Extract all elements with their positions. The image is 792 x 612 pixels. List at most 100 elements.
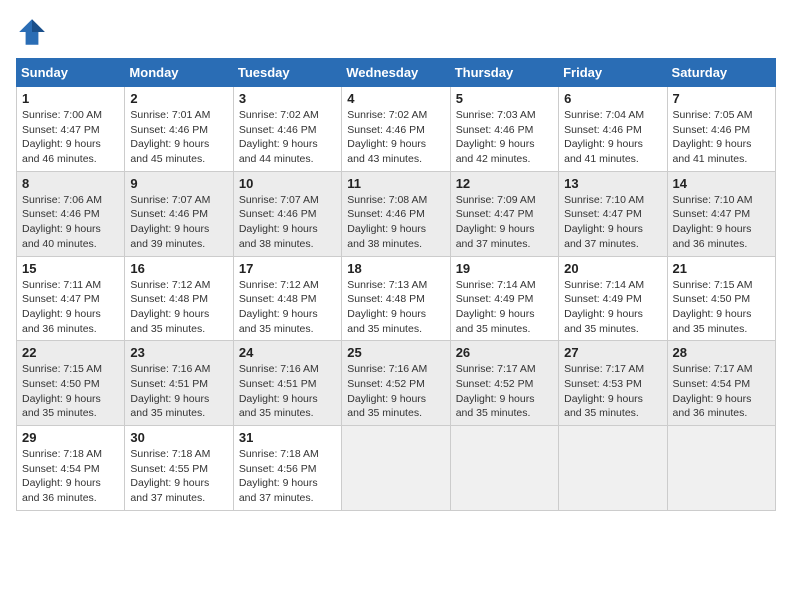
day-info: Sunrise: 7:04 AM Sunset: 4:46 PM Dayligh… <box>564 108 661 167</box>
day-info: Sunrise: 7:14 AM Sunset: 4:49 PM Dayligh… <box>564 278 661 337</box>
day-info: Sunrise: 7:02 AM Sunset: 4:46 PM Dayligh… <box>239 108 336 167</box>
day-number: 12 <box>456 176 553 191</box>
calendar-week-2: 8 Sunrise: 7:06 AM Sunset: 4:46 PM Dayli… <box>17 171 776 256</box>
day-number: 8 <box>22 176 119 191</box>
day-info: Sunrise: 7:10 AM Sunset: 4:47 PM Dayligh… <box>673 193 770 252</box>
calendar-cell: 16 Sunrise: 7:12 AM Sunset: 4:48 PM Dayl… <box>125 256 233 341</box>
calendar-week-1: 1 Sunrise: 7:00 AM Sunset: 4:47 PM Dayli… <box>17 87 776 172</box>
calendar-cell: 17 Sunrise: 7:12 AM Sunset: 4:48 PM Dayl… <box>233 256 341 341</box>
header-friday: Friday <box>559 59 667 87</box>
header-monday: Monday <box>125 59 233 87</box>
calendar-body: 1 Sunrise: 7:00 AM Sunset: 4:47 PM Dayli… <box>17 87 776 511</box>
calendar-cell: 11 Sunrise: 7:08 AM Sunset: 4:46 PM Dayl… <box>342 171 450 256</box>
day-info: Sunrise: 7:10 AM Sunset: 4:47 PM Dayligh… <box>564 193 661 252</box>
day-number: 27 <box>564 345 661 360</box>
day-info: Sunrise: 7:17 AM Sunset: 4:52 PM Dayligh… <box>456 362 553 421</box>
calendar-cell <box>559 426 667 511</box>
day-info: Sunrise: 7:18 AM Sunset: 4:55 PM Dayligh… <box>130 447 227 506</box>
day-info: Sunrise: 7:03 AM Sunset: 4:46 PM Dayligh… <box>456 108 553 167</box>
day-number: 21 <box>673 261 770 276</box>
day-info: Sunrise: 7:13 AM Sunset: 4:48 PM Dayligh… <box>347 278 444 337</box>
day-info: Sunrise: 7:18 AM Sunset: 4:56 PM Dayligh… <box>239 447 336 506</box>
calendar-cell: 10 Sunrise: 7:07 AM Sunset: 4:46 PM Dayl… <box>233 171 341 256</box>
logo-icon <box>16 16 48 48</box>
calendar-cell: 12 Sunrise: 7:09 AM Sunset: 4:47 PM Dayl… <box>450 171 558 256</box>
day-info: Sunrise: 7:15 AM Sunset: 4:50 PM Dayligh… <box>673 278 770 337</box>
day-number: 20 <box>564 261 661 276</box>
calendar-cell: 1 Sunrise: 7:00 AM Sunset: 4:47 PM Dayli… <box>17 87 125 172</box>
calendar-cell: 13 Sunrise: 7:10 AM Sunset: 4:47 PM Dayl… <box>559 171 667 256</box>
calendar-cell: 22 Sunrise: 7:15 AM Sunset: 4:50 PM Dayl… <box>17 341 125 426</box>
calendar-cell: 29 Sunrise: 7:18 AM Sunset: 4:54 PM Dayl… <box>17 426 125 511</box>
day-info: Sunrise: 7:11 AM Sunset: 4:47 PM Dayligh… <box>22 278 119 337</box>
day-info: Sunrise: 7:16 AM Sunset: 4:52 PM Dayligh… <box>347 362 444 421</box>
day-info: Sunrise: 7:05 AM Sunset: 4:46 PM Dayligh… <box>673 108 770 167</box>
day-number: 13 <box>564 176 661 191</box>
calendar-cell: 8 Sunrise: 7:06 AM Sunset: 4:46 PM Dayli… <box>17 171 125 256</box>
calendar-cell: 24 Sunrise: 7:16 AM Sunset: 4:51 PM Dayl… <box>233 341 341 426</box>
calendar-cell: 26 Sunrise: 7:17 AM Sunset: 4:52 PM Dayl… <box>450 341 558 426</box>
header-saturday: Saturday <box>667 59 775 87</box>
day-number: 6 <box>564 91 661 106</box>
day-info: Sunrise: 7:02 AM Sunset: 4:46 PM Dayligh… <box>347 108 444 167</box>
calendar-table: SundayMondayTuesdayWednesdayThursdayFrid… <box>16 58 776 511</box>
calendar-cell: 28 Sunrise: 7:17 AM Sunset: 4:54 PM Dayl… <box>667 341 775 426</box>
day-info: Sunrise: 7:01 AM Sunset: 4:46 PM Dayligh… <box>130 108 227 167</box>
day-info: Sunrise: 7:07 AM Sunset: 4:46 PM Dayligh… <box>130 193 227 252</box>
day-number: 24 <box>239 345 336 360</box>
day-info: Sunrise: 7:17 AM Sunset: 4:54 PM Dayligh… <box>673 362 770 421</box>
calendar-cell: 18 Sunrise: 7:13 AM Sunset: 4:48 PM Dayl… <box>342 256 450 341</box>
day-info: Sunrise: 7:17 AM Sunset: 4:53 PM Dayligh… <box>564 362 661 421</box>
day-number: 5 <box>456 91 553 106</box>
day-number: 10 <box>239 176 336 191</box>
day-number: 11 <box>347 176 444 191</box>
day-number: 30 <box>130 430 227 445</box>
calendar-cell: 14 Sunrise: 7:10 AM Sunset: 4:47 PM Dayl… <box>667 171 775 256</box>
calendar-cell <box>667 426 775 511</box>
day-number: 28 <box>673 345 770 360</box>
calendar-cell: 15 Sunrise: 7:11 AM Sunset: 4:47 PM Dayl… <box>17 256 125 341</box>
calendar-cell <box>450 426 558 511</box>
header-sunday: Sunday <box>17 59 125 87</box>
calendar-cell: 31 Sunrise: 7:18 AM Sunset: 4:56 PM Dayl… <box>233 426 341 511</box>
day-number: 1 <box>22 91 119 106</box>
day-info: Sunrise: 7:16 AM Sunset: 4:51 PM Dayligh… <box>130 362 227 421</box>
logo <box>16 16 52 48</box>
calendar-cell: 23 Sunrise: 7:16 AM Sunset: 4:51 PM Dayl… <box>125 341 233 426</box>
calendar-cell: 4 Sunrise: 7:02 AM Sunset: 4:46 PM Dayli… <box>342 87 450 172</box>
calendar-week-3: 15 Sunrise: 7:11 AM Sunset: 4:47 PM Dayl… <box>17 256 776 341</box>
day-number: 16 <box>130 261 227 276</box>
day-info: Sunrise: 7:00 AM Sunset: 4:47 PM Dayligh… <box>22 108 119 167</box>
day-info: Sunrise: 7:08 AM Sunset: 4:46 PM Dayligh… <box>347 193 444 252</box>
day-info: Sunrise: 7:14 AM Sunset: 4:49 PM Dayligh… <box>456 278 553 337</box>
header-wednesday: Wednesday <box>342 59 450 87</box>
page-header <box>16 16 776 48</box>
day-info: Sunrise: 7:15 AM Sunset: 4:50 PM Dayligh… <box>22 362 119 421</box>
calendar-cell: 7 Sunrise: 7:05 AM Sunset: 4:46 PM Dayli… <box>667 87 775 172</box>
day-number: 17 <box>239 261 336 276</box>
calendar-cell: 30 Sunrise: 7:18 AM Sunset: 4:55 PM Dayl… <box>125 426 233 511</box>
day-info: Sunrise: 7:07 AM Sunset: 4:46 PM Dayligh… <box>239 193 336 252</box>
header-row: SundayMondayTuesdayWednesdayThursdayFrid… <box>17 59 776 87</box>
header-thursday: Thursday <box>450 59 558 87</box>
day-number: 31 <box>239 430 336 445</box>
day-number: 3 <box>239 91 336 106</box>
calendar-cell: 25 Sunrise: 7:16 AM Sunset: 4:52 PM Dayl… <box>342 341 450 426</box>
header-tuesday: Tuesday <box>233 59 341 87</box>
day-info: Sunrise: 7:06 AM Sunset: 4:46 PM Dayligh… <box>22 193 119 252</box>
calendar-cell: 27 Sunrise: 7:17 AM Sunset: 4:53 PM Dayl… <box>559 341 667 426</box>
day-number: 15 <box>22 261 119 276</box>
day-number: 25 <box>347 345 444 360</box>
day-number: 19 <box>456 261 553 276</box>
day-number: 9 <box>130 176 227 191</box>
calendar-cell: 2 Sunrise: 7:01 AM Sunset: 4:46 PM Dayli… <box>125 87 233 172</box>
calendar-cell: 6 Sunrise: 7:04 AM Sunset: 4:46 PM Dayli… <box>559 87 667 172</box>
day-info: Sunrise: 7:18 AM Sunset: 4:54 PM Dayligh… <box>22 447 119 506</box>
calendar-cell <box>342 426 450 511</box>
day-info: Sunrise: 7:16 AM Sunset: 4:51 PM Dayligh… <box>239 362 336 421</box>
calendar-cell: 19 Sunrise: 7:14 AM Sunset: 4:49 PM Dayl… <box>450 256 558 341</box>
calendar-cell: 3 Sunrise: 7:02 AM Sunset: 4:46 PM Dayli… <box>233 87 341 172</box>
calendar-week-5: 29 Sunrise: 7:18 AM Sunset: 4:54 PM Dayl… <box>17 426 776 511</box>
day-info: Sunrise: 7:09 AM Sunset: 4:47 PM Dayligh… <box>456 193 553 252</box>
day-number: 7 <box>673 91 770 106</box>
